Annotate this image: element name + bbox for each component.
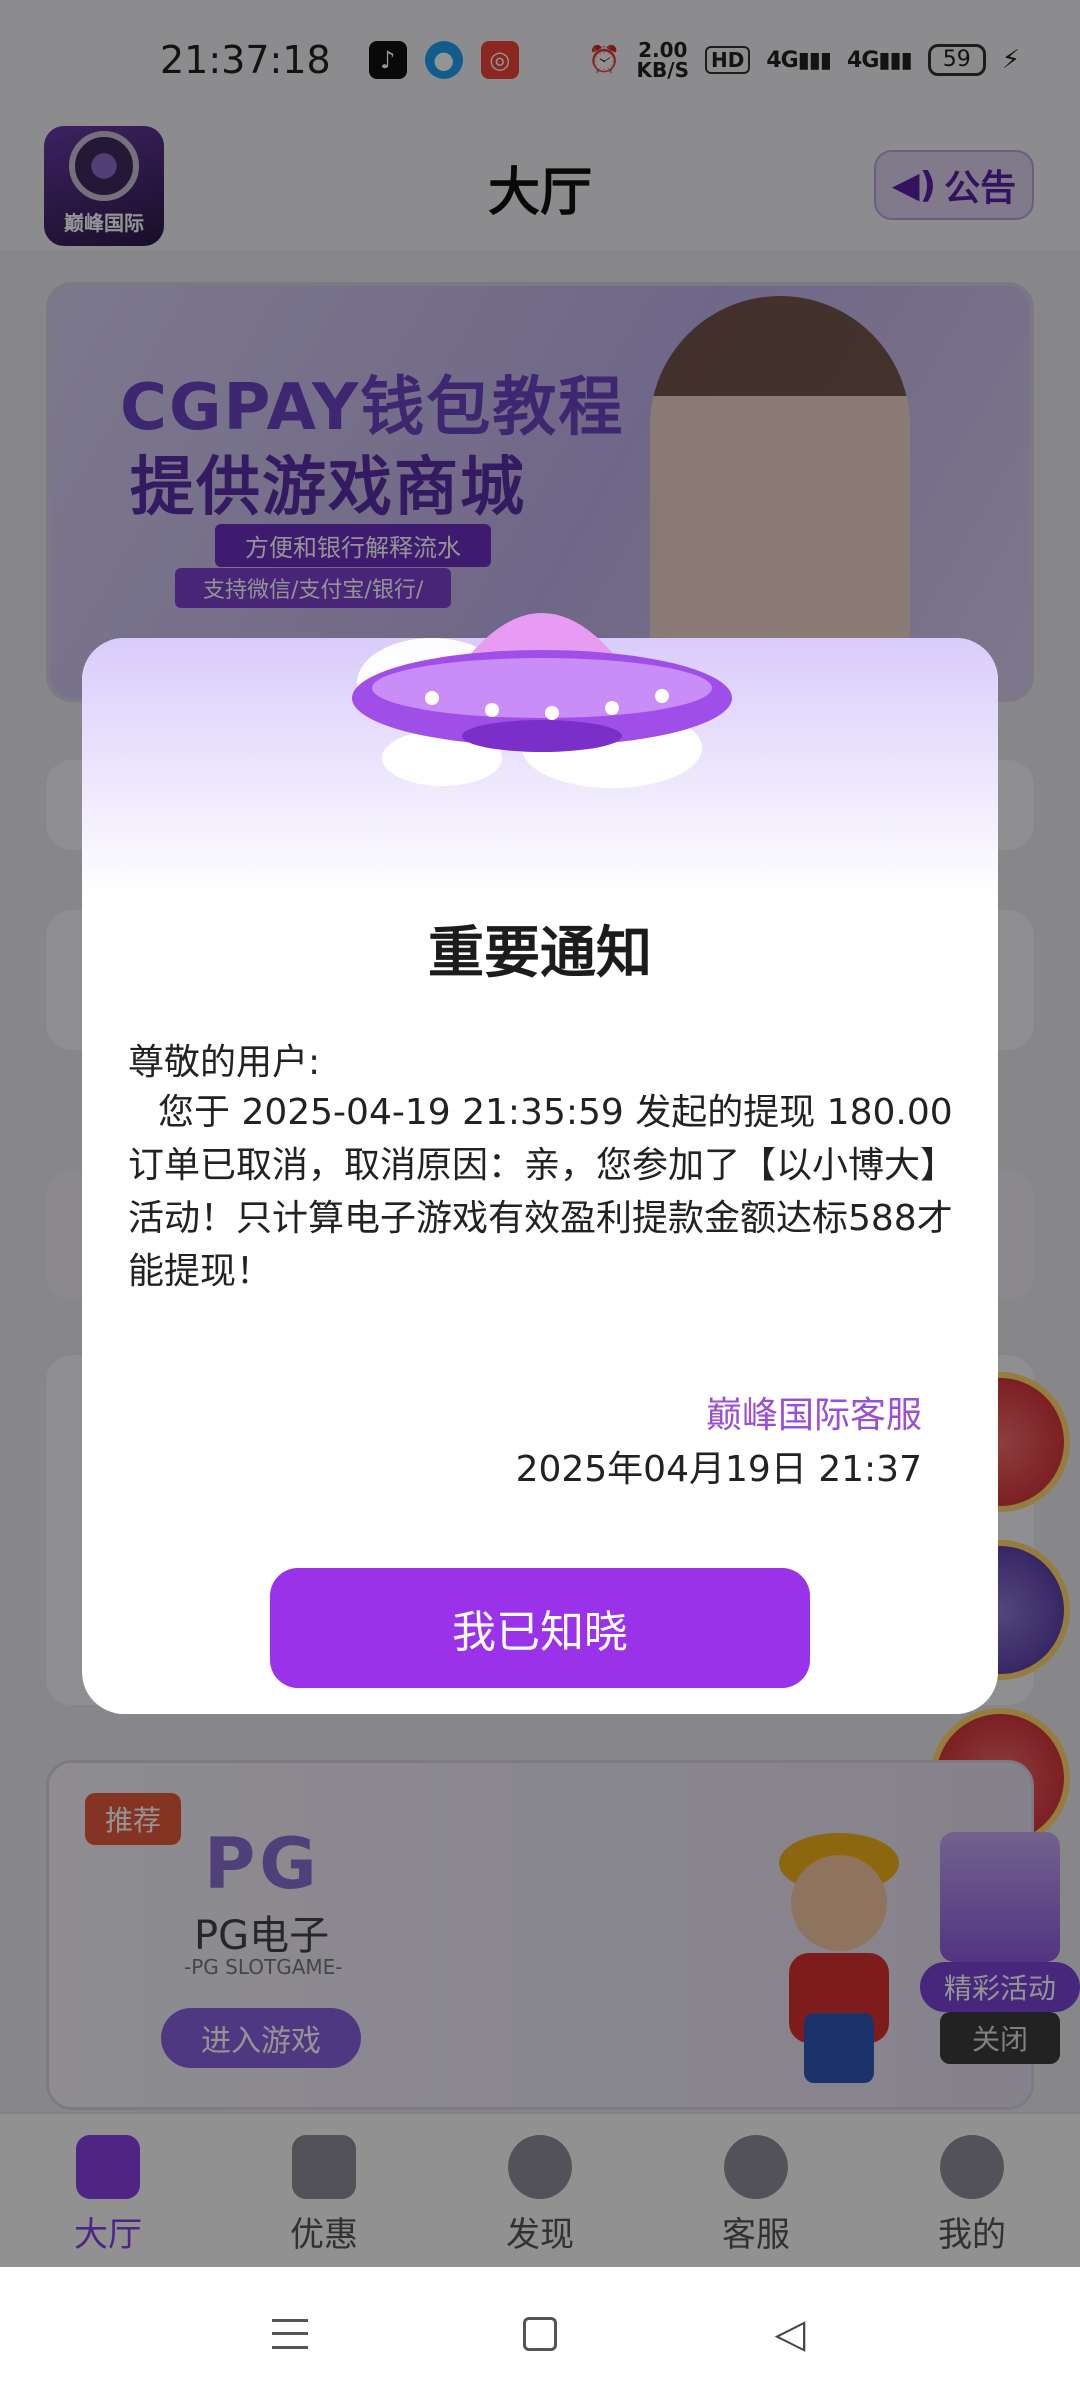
back-button[interactable]: ◁	[770, 2310, 810, 2357]
recent-apps-button[interactable]	[270, 2314, 310, 2354]
dialog-date: 2025年04月19日 21:37	[515, 1449, 922, 1490]
system-nav-bar: ◁	[0, 2267, 1080, 2400]
dialog-title: 重要通知	[428, 921, 652, 986]
notice-dialog: 重要通知 尊敬的用户: 您于 2025-04-19 21:35:59 发起的提现…	[82, 613, 998, 1714]
acknowledge-button[interactable]: 我已知晓	[270, 1568, 810, 1688]
back-triangle-icon: ◁	[774, 2310, 806, 2357]
menu-icon	[272, 2318, 308, 2349]
dialog-greeting: 尊敬的用户:	[128, 1042, 321, 1083]
home-square-icon	[523, 2316, 557, 2351]
dialog-signature: 巅峰国际客服	[705, 1395, 922, 1436]
home-button[interactable]	[520, 2314, 560, 2354]
ufo-icon	[352, 613, 732, 788]
dialog-message: 您于 2025-04-19 21:35:59 发起的提现 180.00 订单已取…	[128, 1092, 957, 1292]
